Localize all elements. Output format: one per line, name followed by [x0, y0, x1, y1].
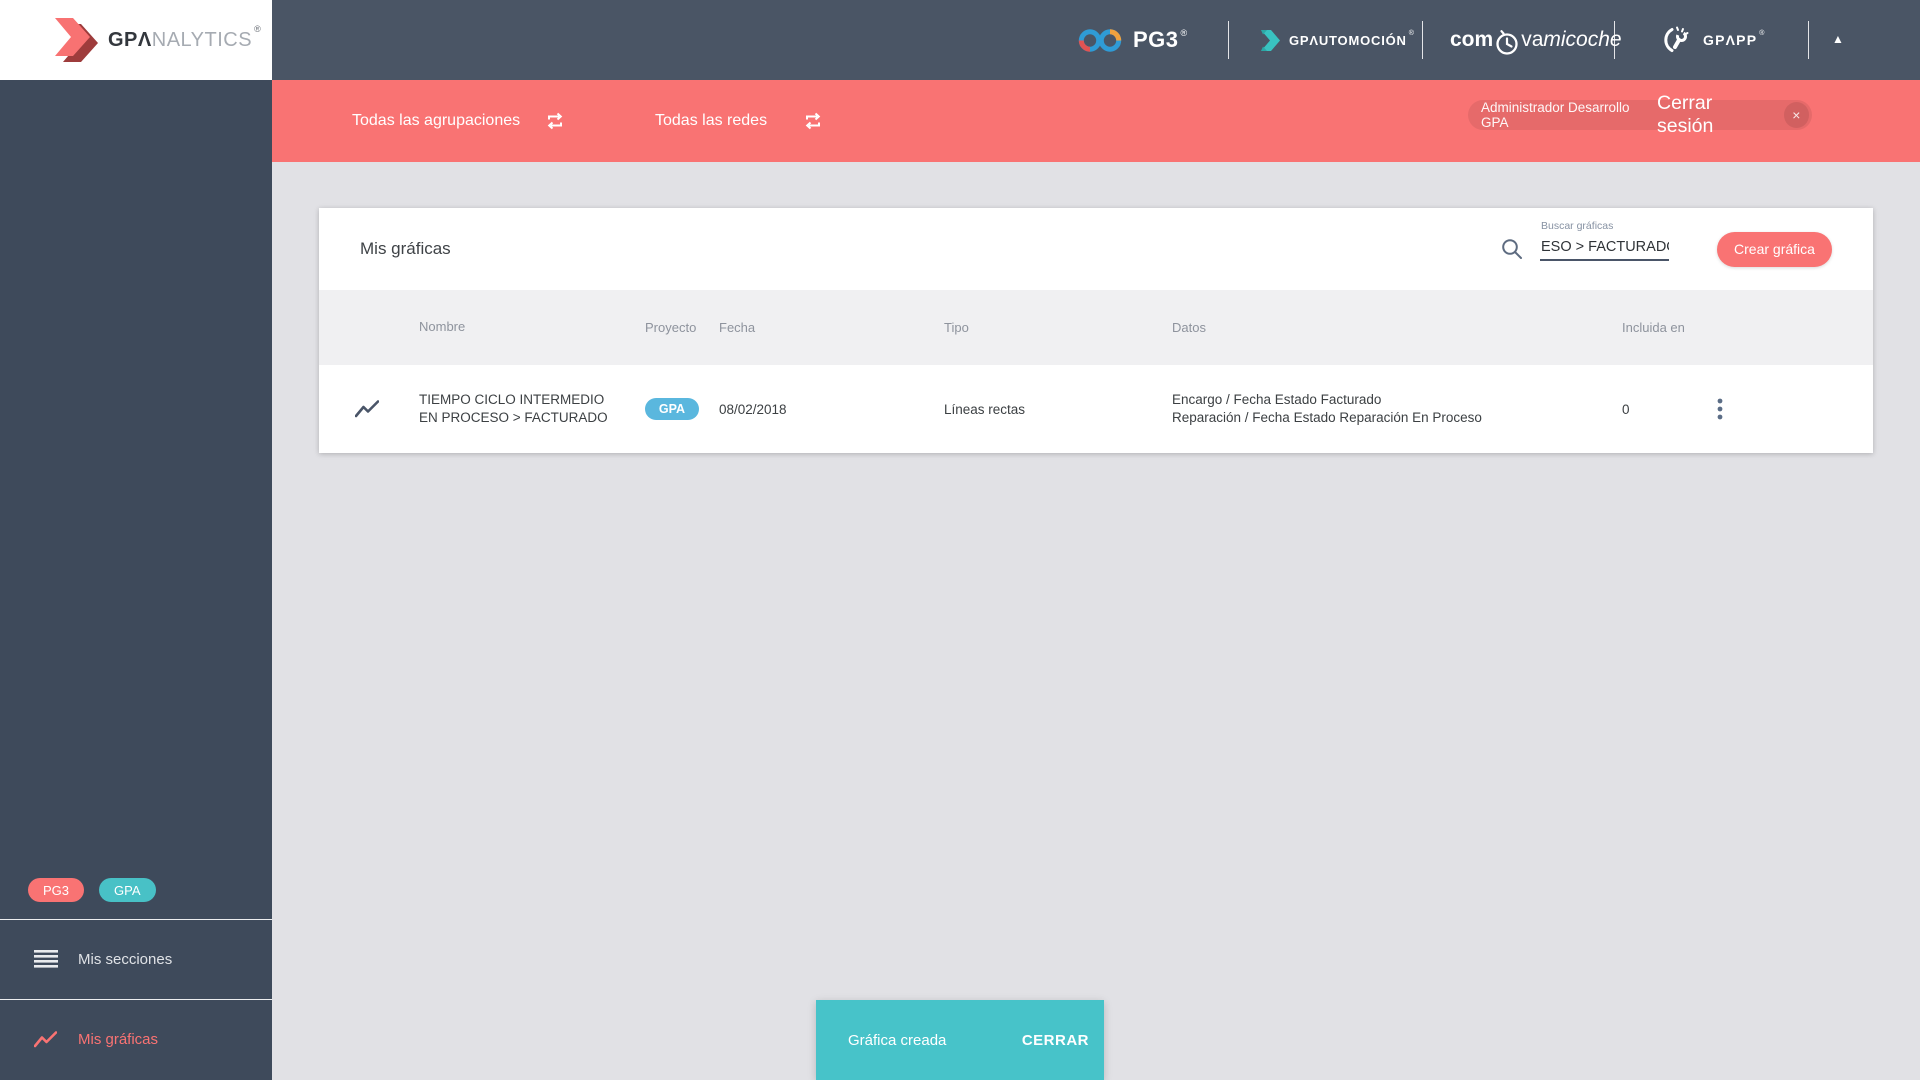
stopwatch-icon — [1495, 30, 1519, 56]
search-field-wrapper: Buscar gráficas — [1540, 220, 1669, 261]
pg3-reg-mark: ® — [1180, 28, 1188, 38]
logo-text-nalytics: NALYTICS — [151, 28, 253, 51]
gpautomocion-reg-mark: ® — [1408, 29, 1414, 37]
logo-text-gpa: GPΛ — [108, 28, 152, 51]
gpanalytics-logo-text: GPΛNALYTICS ® — [108, 24, 261, 52]
search-input[interactable] — [1540, 237, 1669, 261]
swap-network-icon[interactable] — [804, 112, 822, 130]
sidebar-badges: PG3 GPA — [28, 878, 156, 902]
gpanalytics-logo: GPΛNALYTICS ® — [0, 0, 272, 80]
column-header-fecha: Fecha — [719, 320, 756, 335]
row-data-line-1: Encargo / Fecha Estado Facturado — [1172, 391, 1382, 407]
row-chart-type-cell — [319, 400, 419, 418]
gpa-badge[interactable]: GPA — [99, 878, 156, 902]
logged-user-name: Administrador Desarrollo GPA — [1481, 100, 1630, 130]
line-chart-icon — [34, 1031, 58, 1048]
row-date-cell: 08/02/2018 — [719, 401, 787, 417]
sidebar: GPΛNALYTICS ® PG3 GPA Mis secciones Mis … — [0, 0, 272, 1080]
pg3-logo-text: PG3 — [1133, 27, 1179, 52]
top-header: PG3 ® GPΛUTOMOCIÓN ® com va micoche GPΛP… — [272, 0, 1920, 80]
row-project-cell: GPA — [645, 398, 719, 420]
table-header-row: Nombre Proyecto Fecha Tipo Datos Incluid… — [319, 290, 1873, 365]
sidebar-item-mis-secciones[interactable]: Mis secciones — [0, 919, 272, 999]
comprovamicoche-text-va: va — [1521, 28, 1544, 51]
line-chart-icon — [355, 400, 379, 418]
column-header-nombre: Nombre — [419, 319, 466, 335]
filter-bar: Todas las agrupaciones Todas las redes A… — [272, 80, 1920, 162]
sections-list-icon — [34, 950, 58, 968]
toast-close-button[interactable]: CERRAR — [1022, 1032, 1089, 1049]
row-menu-kebab-icon[interactable] — [1713, 394, 1727, 424]
search-zone: Buscar gráficas Crear gráfica — [1501, 208, 1832, 290]
toast-notification: Gráfica creada CERRAR — [816, 1000, 1104, 1080]
pg3-logo: PG3 ® — [1077, 0, 1187, 80]
pg3-badge[interactable]: PG3 — [28, 878, 85, 902]
network-selector-label: Todas las redes — [655, 112, 768, 129]
gpapp-wrench-icon — [1664, 25, 1694, 55]
row-data-line-2: Reparación / Fecha Estado Reparación En … — [1172, 410, 1482, 425]
row-type-cell: Líneas rectas — [944, 401, 1026, 417]
row-name-cell[interactable]: TIEMPO CICLO INTERMEDIO EN PROCESO > FAC… — [419, 391, 645, 426]
row-data-cell: Encargo / Fecha Estado Facturado Reparac… — [1172, 391, 1622, 427]
comprovamicoche-text-micoche: micoche — [1543, 28, 1622, 51]
network-selector[interactable]: Todas las redes — [655, 80, 822, 162]
row-included-in-cell: 0 — [1622, 401, 1630, 417]
user-session-pill: Administrador Desarrollo GPA Cerrar sesi… — [1468, 92, 1812, 137]
app-root: PG3 ® GPΛUTOMOCIÓN ® com va micoche GPΛP… — [0, 0, 1920, 1080]
header-divider — [1228, 21, 1229, 59]
row-actions-cell — [1703, 394, 1873, 424]
sidebar-item-label: Mis secciones — [78, 950, 173, 968]
header-divider — [1422, 21, 1423, 59]
swap-grouping-icon[interactable] — [546, 112, 564, 130]
create-chart-button[interactable]: Crear gráfica — [1717, 231, 1832, 267]
sidebar-item-mis-graficas[interactable]: Mis gráficas — [0, 999, 272, 1080]
my-charts-card: Mis gráficas Buscar gráficas Crear gráfi… — [319, 208, 1873, 453]
card-header: Mis gráficas Buscar gráficas Crear gráfi… — [319, 208, 1873, 290]
column-header-proyecto: Proyecto — [645, 320, 697, 335]
comprovamicoche-text-com: com — [1450, 28, 1494, 51]
grouping-selector[interactable]: Todas las agrupaciones — [352, 80, 564, 162]
grouping-selector-label: Todas las agrupaciones — [352, 112, 521, 129]
logout-close-icon[interactable]: × — [1783, 102, 1810, 128]
pg3-infinity-icon — [1077, 27, 1123, 54]
gpapp-reg-mark: ® — [1759, 29, 1765, 37]
search-icon[interactable] — [1501, 238, 1523, 260]
logo-reg-mark: ® — [254, 23, 262, 34]
header-divider — [1614, 21, 1615, 59]
comprovamicoche-logo: com va micoche — [1450, 0, 1622, 80]
search-floating-label: Buscar gráficas — [1541, 220, 1614, 232]
logout-button[interactable]: Cerrar sesión — [1657, 92, 1772, 138]
toast-message: Gráfica creada — [848, 1031, 947, 1049]
sidebar-item-label: Mis gráficas — [78, 1031, 159, 1048]
gpautomocion-logo-text: GPΛUTOMOCIÓN — [1289, 32, 1407, 48]
column-header-incluida-en: Incluida en — [1622, 320, 1685, 335]
header-divider — [1808, 21, 1809, 59]
gpanalytics-arrow-icon — [55, 18, 98, 62]
page-title: Mis gráficas — [360, 239, 451, 258]
collapse-header-arrow-icon[interactable]: ▲ — [1832, 33, 1844, 45]
gpapp-logo: GPΛPP ® — [1664, 0, 1764, 80]
gpapp-logo-text: GPΛPP — [1703, 32, 1758, 48]
column-header-datos: Datos — [1172, 319, 1206, 335]
gpautomocion-logo: GPΛUTOMOCIÓN ® — [1258, 0, 1414, 80]
gpautomocion-arrow-icon — [1258, 29, 1281, 52]
column-header-tipo: Tipo — [944, 320, 969, 335]
project-badge: GPA — [645, 398, 699, 420]
table-row[interactable]: TIEMPO CICLO INTERMEDIO EN PROCESO > FAC… — [319, 365, 1873, 453]
